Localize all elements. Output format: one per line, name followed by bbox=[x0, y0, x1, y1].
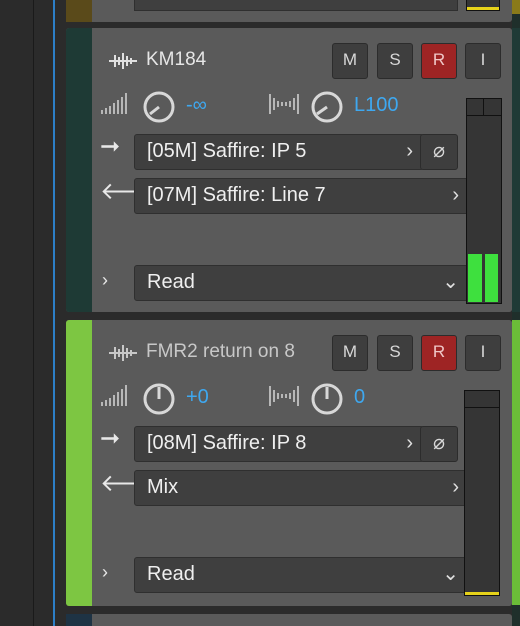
input-routing-select[interactable]: [08M] Saffire: IP 8 › bbox=[134, 426, 424, 462]
level-meter bbox=[466, 98, 502, 304]
automation-mode-label: Read bbox=[147, 563, 195, 585]
phase-invert-button[interactable]: ⌀ bbox=[420, 134, 458, 170]
waveform-icon bbox=[109, 345, 137, 361]
track-name[interactable]: KM184 bbox=[146, 49, 206, 71]
volume-icon bbox=[101, 93, 127, 114]
pan-knob[interactable] bbox=[310, 90, 344, 124]
solo-button[interactable]: S bbox=[377, 43, 413, 79]
timeline-edge bbox=[512, 0, 520, 626]
input-routing-select[interactable]: [05M] Saffire: IP 5 › bbox=[134, 134, 424, 170]
mute-button[interactable]: M bbox=[332, 43, 368, 79]
volume-icon bbox=[101, 385, 127, 406]
pan-value[interactable]: 0 bbox=[354, 386, 365, 409]
waveform-icon bbox=[109, 53, 137, 69]
arrow-right-icon: ➞ bbox=[100, 133, 121, 160]
pan-knob[interactable] bbox=[310, 382, 344, 416]
input-monitor-button[interactable]: I bbox=[465, 43, 501, 79]
meter-level-right bbox=[485, 254, 498, 302]
chevron-right-icon: › bbox=[406, 140, 413, 162]
track-color-strip bbox=[66, 28, 92, 312]
chevron-right-icon: › bbox=[452, 184, 459, 206]
track-name[interactable]: FMR2 return on 8 bbox=[146, 341, 295, 363]
output-routing-select[interactable]: [07M] Saffire: Line 7 › bbox=[134, 178, 470, 214]
output-routing-label: Mix bbox=[147, 476, 179, 498]
volume-knob[interactable] bbox=[142, 90, 176, 124]
expand-chevron-icon[interactable]: › bbox=[102, 562, 108, 583]
meter-level-left bbox=[468, 254, 482, 302]
solo-button[interactable]: S bbox=[377, 335, 413, 371]
chevron-down-icon: ⌄ bbox=[442, 271, 459, 293]
chevron-down-icon: ⌄ bbox=[442, 563, 459, 585]
phase-invert-button[interactable]: ⌀ bbox=[420, 426, 458, 462]
automation-mode-label: Read bbox=[147, 271, 195, 293]
input-routing-label: [05M] Saffire: IP 5 bbox=[147, 140, 307, 162]
pan-icon bbox=[269, 386, 299, 406]
chevron-right-icon: › bbox=[452, 476, 459, 498]
input-routing-label: [08M] Saffire: IP 8 bbox=[147, 432, 307, 454]
pan-value[interactable]: L100 bbox=[354, 94, 399, 117]
automation-mode-select[interactable]: Read ⌄ bbox=[134, 557, 470, 593]
gutter-divider bbox=[33, 0, 34, 626]
mute-button[interactable]: M bbox=[332, 335, 368, 371]
input-monitor-button[interactable]: I bbox=[465, 335, 501, 371]
arrow-right-icon: ➞ bbox=[100, 425, 121, 452]
expand-chevron-icon[interactable]: › bbox=[102, 270, 108, 291]
previous-track-partial bbox=[66, 0, 512, 22]
output-routing-label: [07M] Saffire: Line 7 bbox=[147, 184, 326, 206]
automation-mode-select[interactable]: Read ⌄ bbox=[134, 265, 470, 301]
pan-icon bbox=[269, 94, 299, 114]
level-meter bbox=[464, 390, 500, 596]
next-track-partial bbox=[66, 614, 512, 626]
chevron-right-icon: › bbox=[406, 432, 413, 454]
volume-knob[interactable] bbox=[142, 382, 176, 416]
record-arm-button[interactable]: R bbox=[421, 335, 457, 371]
output-routing-select[interactable]: Mix › bbox=[134, 470, 470, 506]
playhead-line bbox=[53, 0, 55, 626]
volume-value[interactable]: -∞ bbox=[186, 94, 207, 117]
track-color-strip bbox=[66, 320, 92, 606]
track-strip: KM184 M S R I -∞ L100 ➞ [05M] Saffire: I… bbox=[66, 28, 512, 312]
volume-value[interactable]: +0 bbox=[186, 386, 209, 409]
track-strip: FMR2 return on 8 M S R I +0 0 ➞ [08M] Sa… bbox=[66, 320, 512, 606]
record-arm-button[interactable]: R bbox=[421, 43, 457, 79]
